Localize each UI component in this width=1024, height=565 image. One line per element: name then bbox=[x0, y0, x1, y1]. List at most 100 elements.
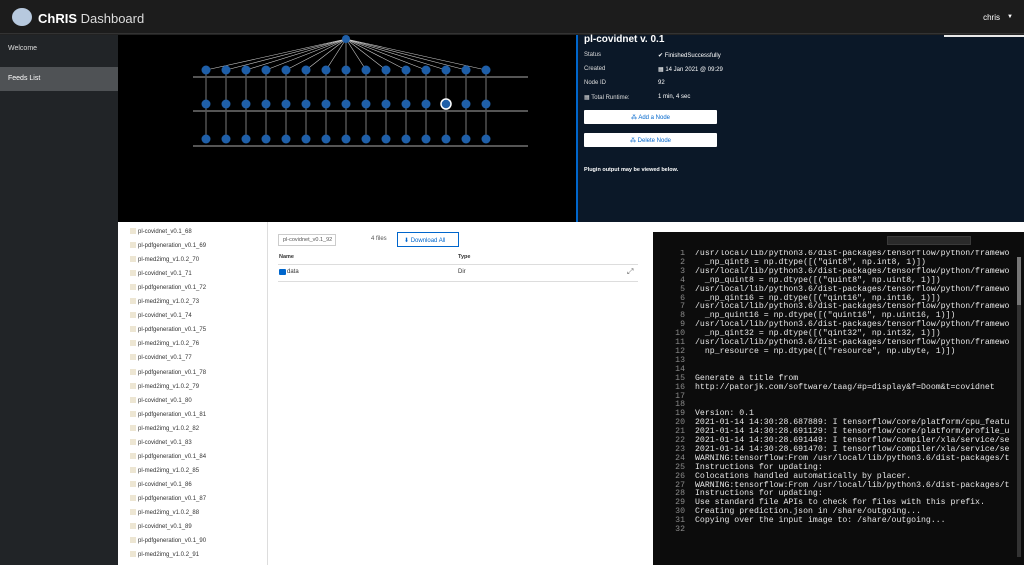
brain-logo-icon[interactable] bbox=[12, 8, 32, 26]
brand-title[interactable]: ChRIS Dashboard bbox=[38, 11, 144, 26]
graph-node[interactable] bbox=[221, 65, 231, 75]
graph-node[interactable] bbox=[481, 99, 491, 109]
expand-icon[interactable]: ⤢ bbox=[627, 267, 633, 277]
graph-node[interactable] bbox=[342, 35, 350, 43]
feed-list-item[interactable]: pl-pdfgeneration_v0.1_69 bbox=[130, 242, 206, 256]
line-text: np_resource = np.dtype([("resource", np.… bbox=[695, 346, 956, 356]
feed-list-item[interactable]: pl-covidnet_v0.1_83 bbox=[130, 438, 192, 453]
feed-graph[interactable] bbox=[118, 35, 576, 222]
terminal-search-input[interactable] bbox=[887, 236, 971, 245]
graph-node[interactable] bbox=[381, 65, 391, 75]
graph-node[interactable] bbox=[321, 65, 331, 75]
graph-node[interactable] bbox=[381, 99, 391, 109]
graph-node[interactable] bbox=[341, 65, 351, 75]
feed-list-item[interactable]: pl-covidnet_v0.1_77 bbox=[130, 354, 192, 368]
line-text: 2021-01-14 14:30:28.691449: I tensorflow… bbox=[695, 436, 1010, 446]
scrollbar-thumb[interactable] bbox=[1017, 257, 1021, 305]
file-name[interactable]: data bbox=[287, 269, 299, 275]
feed-list-item[interactable]: pl-covidnet_v0.1_74 bbox=[130, 312, 192, 326]
plugin-output-message: Plugin output may be viewed below. bbox=[584, 167, 679, 173]
graph-node[interactable] bbox=[401, 134, 411, 144]
feed-list-item[interactable]: pl-pdfgeneration_v0.1_75 bbox=[130, 326, 206, 340]
graph-node[interactable] bbox=[461, 65, 471, 75]
graph-node[interactable] bbox=[421, 65, 431, 75]
breadcrumb[interactable]: pl-covidnet_v0.1_92 bbox=[278, 234, 336, 246]
graph-node[interactable] bbox=[321, 99, 331, 109]
divider bbox=[278, 264, 638, 265]
graph-node[interactable] bbox=[301, 99, 311, 109]
graph-node[interactable] bbox=[201, 99, 211, 109]
feed-list-item[interactable]: pl-pdfgeneration_v0.1_81 bbox=[130, 410, 206, 425]
graph-node[interactable] bbox=[421, 99, 431, 109]
graph-node[interactable] bbox=[421, 134, 431, 144]
graph-node[interactable] bbox=[241, 65, 251, 75]
sidebar-item-welcome[interactable]: Welcome bbox=[0, 37, 118, 61]
feed-list-item[interactable]: pl-med2img_v1.0.2_70 bbox=[130, 256, 199, 270]
graph-node[interactable] bbox=[381, 134, 391, 144]
feed-list-item[interactable]: pl-med2img_v1.0.2_82 bbox=[130, 424, 199, 439]
graph-node[interactable] bbox=[301, 134, 311, 144]
feed-graph-canvas[interactable] bbox=[118, 35, 576, 222]
feed-list-item[interactable]: pl-med2img_v1.0.2_73 bbox=[130, 298, 199, 312]
graph-node[interactable] bbox=[361, 65, 371, 75]
graph-node[interactable] bbox=[221, 134, 231, 144]
feed-list-item[interactable]: pl-med2img_v1.0.2_85 bbox=[130, 466, 199, 481]
calendar-icon: ▦ bbox=[584, 95, 590, 101]
graph-node[interactable] bbox=[361, 134, 371, 144]
graph-node[interactable] bbox=[401, 65, 411, 75]
feed-list-item[interactable]: pl-med2img_v1.0.2_91 bbox=[130, 551, 199, 565]
add-node-button[interactable]: ⁂ Add a Node bbox=[584, 110, 717, 124]
feed-list-item[interactable]: pl-covidnet_v0.1_80 bbox=[130, 396, 192, 411]
folder-icon bbox=[130, 452, 136, 459]
graph-node[interactable] bbox=[261, 65, 271, 75]
log-terminal[interactable]: 1/usr/local/lib/python3.6/dist-packages/… bbox=[653, 232, 1024, 565]
chevron-down-icon[interactable]: ▼ bbox=[1007, 14, 1013, 20]
feed-list[interactable]: pl-covidnet_v0.1_68 pl-pdfgeneration_v0.1… bbox=[118, 222, 268, 565]
graph-node[interactable] bbox=[321, 134, 331, 144]
graph-node[interactable] bbox=[401, 99, 411, 109]
graph-node[interactable] bbox=[281, 65, 291, 75]
feed-list-item[interactable]: pl-pdfgeneration_v0.1_84 bbox=[130, 452, 206, 467]
graph-node[interactable] bbox=[461, 99, 471, 109]
graph-label-strip bbox=[193, 76, 528, 78]
graph-node[interactable] bbox=[261, 99, 271, 109]
graph-node[interactable] bbox=[201, 65, 211, 75]
graph-node[interactable] bbox=[281, 134, 291, 144]
sidebar-item-feeds-list[interactable]: Feeds List bbox=[0, 67, 118, 91]
graph-node[interactable] bbox=[441, 65, 451, 75]
graph-node[interactable] bbox=[241, 99, 251, 109]
graph-node[interactable] bbox=[481, 65, 491, 75]
feed-list-item[interactable]: pl-pdfgeneration_v0.1_72 bbox=[130, 284, 206, 298]
feed-list-item[interactable]: pl-pdfgeneration_v0.1_90 bbox=[130, 537, 206, 551]
graph-node[interactable] bbox=[361, 99, 371, 109]
line-text: 2021-01-14 14:30:28.691470: I tensorflow… bbox=[695, 444, 1010, 454]
divider bbox=[278, 281, 638, 282]
runtime-value: 1 min, 4 sec bbox=[658, 94, 691, 100]
graph-node[interactable] bbox=[481, 134, 491, 144]
delete-node-button[interactable]: ⁂ Delete Node bbox=[584, 133, 717, 147]
graph-node[interactable] bbox=[201, 134, 211, 144]
line-number: 32 bbox=[675, 525, 685, 535]
graph-node[interactable] bbox=[301, 65, 311, 75]
download-all-button[interactable]: ⬇ Download All bbox=[397, 232, 459, 247]
feed-list-item[interactable]: pl-med2img_v1.0.2_76 bbox=[130, 340, 199, 354]
feed-list-item[interactable]: pl-covidnet_v0.1_68 bbox=[130, 228, 192, 242]
graph-node[interactable] bbox=[461, 134, 471, 144]
user-menu[interactable]: chris bbox=[983, 13, 1000, 22]
graph-node[interactable] bbox=[281, 99, 291, 109]
feed-list-item[interactable]: pl-med2img_v1.0.2_88 bbox=[130, 509, 199, 523]
graph-node[interactable] bbox=[261, 134, 271, 144]
feed-list-item[interactable]: pl-pdfgeneration_v0.1_87 bbox=[130, 494, 206, 509]
feed-list-item[interactable]: pl-med2img_v1.0.2_79 bbox=[130, 382, 199, 397]
folder-icon bbox=[130, 242, 136, 249]
graph-node[interactable] bbox=[341, 99, 351, 109]
feed-list-item[interactable]: pl-covidnet_v0.1_86 bbox=[130, 480, 192, 495]
graph-node[interactable] bbox=[221, 99, 231, 109]
feed-list-item[interactable]: pl-covidnet_v0.1_89 bbox=[130, 523, 192, 537]
graph-node[interactable] bbox=[441, 134, 451, 144]
feed-list-item[interactable]: pl-covidnet_v0.1_71 bbox=[130, 270, 192, 284]
graph-node[interactable] bbox=[241, 134, 251, 144]
graph-node[interactable] bbox=[341, 134, 351, 144]
graph-node[interactable] bbox=[440, 98, 452, 110]
feed-list-item[interactable]: pl-pdfgeneration_v0.1_78 bbox=[130, 368, 206, 383]
